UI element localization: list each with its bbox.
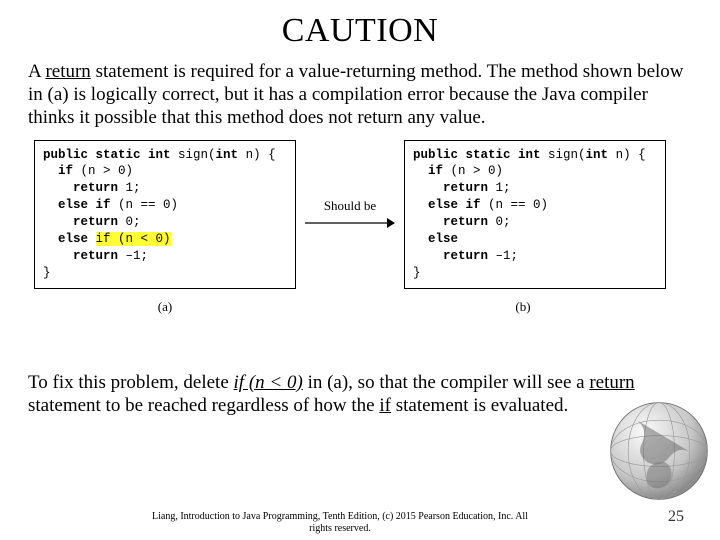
footer-credit: Liang, Introduction to Java Programming,…: [0, 511, 680, 534]
underline-return-2: return: [589, 372, 634, 393]
text: A: [28, 61, 45, 82]
footer-line-2: rights reserved.: [309, 523, 371, 534]
code-box-a: public static int sign(int n) { if (n > …: [34, 140, 296, 289]
slide: CAUTION A return statement is required f…: [0, 0, 720, 540]
should-be-label: Should be: [324, 198, 376, 214]
code-box-b: public static int sign(int n) { if (n > …: [404, 140, 666, 289]
text: statement to be reached regardless of ho…: [28, 395, 379, 416]
text: statement is evaluated.: [391, 395, 568, 416]
text: in (a), so that the compiler will see a: [303, 372, 590, 393]
caption-b: (b): [392, 299, 654, 315]
highlight-if-n-lt-0: if (n < 0): [96, 232, 171, 246]
footer-line-1: Liang, Introduction to Java Programming,…: [152, 511, 528, 522]
underline-if: if: [379, 395, 391, 416]
arrow-right-icon: [305, 216, 395, 230]
intro-paragraph: A return statement is required for a val…: [28, 60, 692, 130]
between-column: Should be: [302, 198, 398, 230]
caption-row: (a) (b): [28, 299, 692, 315]
underline-italic-condition: if (n < 0): [234, 372, 303, 393]
text: statement is required for a value-return…: [28, 61, 684, 128]
figure-row: public static int sign(int n) { if (n > …: [28, 140, 692, 289]
text: To fix this problem, delete: [28, 372, 234, 393]
globe-icon: [604, 396, 714, 506]
fix-paragraph: To fix this problem, delete if (n < 0) i…: [28, 371, 692, 417]
page-number: 25: [668, 508, 684, 526]
caption-a: (a): [34, 299, 296, 315]
slide-title: CAUTION: [28, 12, 692, 50]
underline-return: return: [45, 61, 90, 82]
